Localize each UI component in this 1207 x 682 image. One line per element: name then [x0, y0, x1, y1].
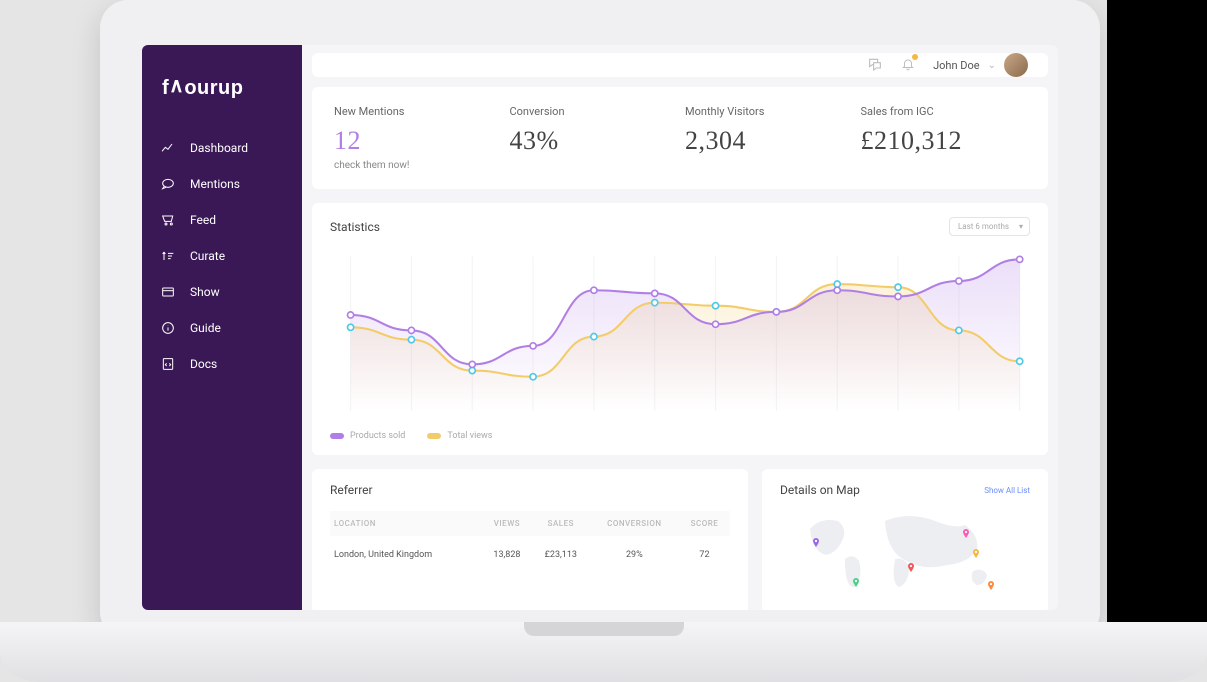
kpi-conversion: Conversion 43%	[510, 105, 676, 171]
sidebar-item-label: Dashboard	[190, 141, 248, 155]
bell-icon[interactable]	[901, 57, 915, 74]
chevron-down-icon: ⌄	[988, 60, 996, 71]
brand-logo: f∧ourup	[142, 75, 302, 130]
sidebar-item-mentions[interactable]: Mentions	[142, 166, 302, 202]
sidebar-item-guide[interactable]: Guide	[142, 310, 302, 346]
map-pin-icon	[985, 577, 997, 589]
sidebar-item-label: Docs	[190, 357, 217, 371]
kpi-label: Conversion	[510, 105, 676, 118]
sidebar-item-label: Show	[190, 285, 220, 299]
kpi-value: 2,304	[685, 126, 851, 156]
table-row[interactable]: London, United Kingdom 13,828 £23,113 29…	[330, 536, 730, 574]
sidebar: f∧ourup Dashboard Mentions Feed Curate	[142, 45, 302, 610]
sidebar-item-docs[interactable]: Docs	[142, 346, 302, 382]
statistics-card: Statistics Last 6 months Products sold T…	[312, 203, 1048, 455]
kpi-value: 43%	[510, 126, 676, 156]
kpi-sub: check them now!	[334, 160, 500, 171]
card-title: Statistics	[330, 220, 380, 234]
map-pin-icon	[850, 574, 862, 586]
laptop-frame: f∧ourup Dashboard Mentions Feed Curate	[100, 0, 1100, 640]
kpi-value: £210,312	[861, 126, 1027, 156]
th-views: VIEWS	[482, 511, 532, 536]
user-name: John Doe	[933, 59, 980, 72]
chart-line-icon	[160, 140, 176, 156]
topbar: John Doe ⌄	[312, 53, 1048, 77]
legend-item-products: Products sold	[330, 431, 405, 441]
chart-legend: Products sold Total views	[330, 431, 1030, 441]
window-icon	[160, 284, 176, 300]
sidebar-item-label: Guide	[190, 321, 221, 335]
referrer-card: Referrer LOCATION VIEWS SALES CONVERSION…	[312, 469, 748, 610]
kpi-row: New Mentions 12 check them now! Conversi…	[312, 87, 1048, 189]
show-all-link[interactable]: Show All List	[984, 486, 1030, 495]
sidebar-item-dashboard[interactable]: Dashboard	[142, 130, 302, 166]
sidebar-item-feed[interactable]: Feed	[142, 202, 302, 238]
map-pin-icon	[905, 559, 917, 571]
cart-icon	[160, 212, 176, 228]
sidebar-item-label: Feed	[190, 213, 216, 227]
map-pin-icon	[970, 545, 982, 557]
avatar	[1004, 53, 1028, 77]
th-conversion: CONVERSION	[590, 511, 679, 536]
sidebar-item-label: Mentions	[190, 177, 240, 191]
legend-item-views: Total views	[427, 431, 492, 441]
statistics-chart	[330, 246, 1030, 421]
info-icon	[160, 320, 176, 336]
code-file-icon	[160, 356, 176, 372]
chat-icon	[160, 176, 176, 192]
th-location: LOCATION	[330, 511, 482, 536]
sort-icon	[160, 248, 176, 264]
laptop-base	[0, 622, 1207, 682]
sidebar-item-show[interactable]: Show	[142, 274, 302, 310]
referrer-table: LOCATION VIEWS SALES CONVERSION SCORE Lo…	[330, 511, 730, 574]
kpi-label: New Mentions	[334, 105, 500, 118]
period-select[interactable]: Last 6 months	[949, 217, 1030, 236]
kpi-mentions: New Mentions 12 check them now!	[334, 105, 500, 171]
card-title: Details on Map	[780, 483, 860, 497]
user-menu[interactable]: John Doe ⌄	[933, 53, 1028, 77]
sidebar-item-curate[interactable]: Curate	[142, 238, 302, 274]
messages-icon[interactable]	[867, 56, 883, 75]
map-card: Details on Map Show All List	[762, 469, 1048, 610]
kpi-visitors: Monthly Visitors 2,304	[685, 105, 851, 171]
sidebar-item-label: Curate	[190, 249, 225, 263]
map-pin-icon	[810, 534, 822, 546]
card-title: Referrer	[330, 483, 730, 497]
th-score: SCORE	[679, 511, 730, 536]
main-content: John Doe ⌄ New Mentions 12 check them no…	[302, 45, 1058, 610]
map-pin-icon	[960, 525, 972, 537]
kpi-sales: Sales from IGC £210,312	[861, 105, 1027, 171]
th-sales: SALES	[532, 511, 590, 536]
kpi-label: Monthly Visitors	[685, 105, 851, 118]
world-map[interactable]	[780, 509, 1030, 599]
app-screen: f∧ourup Dashboard Mentions Feed Curate	[142, 45, 1058, 610]
notification-badge	[912, 54, 918, 60]
kpi-value: 12	[334, 126, 500, 156]
kpi-label: Sales from IGC	[861, 105, 1027, 118]
